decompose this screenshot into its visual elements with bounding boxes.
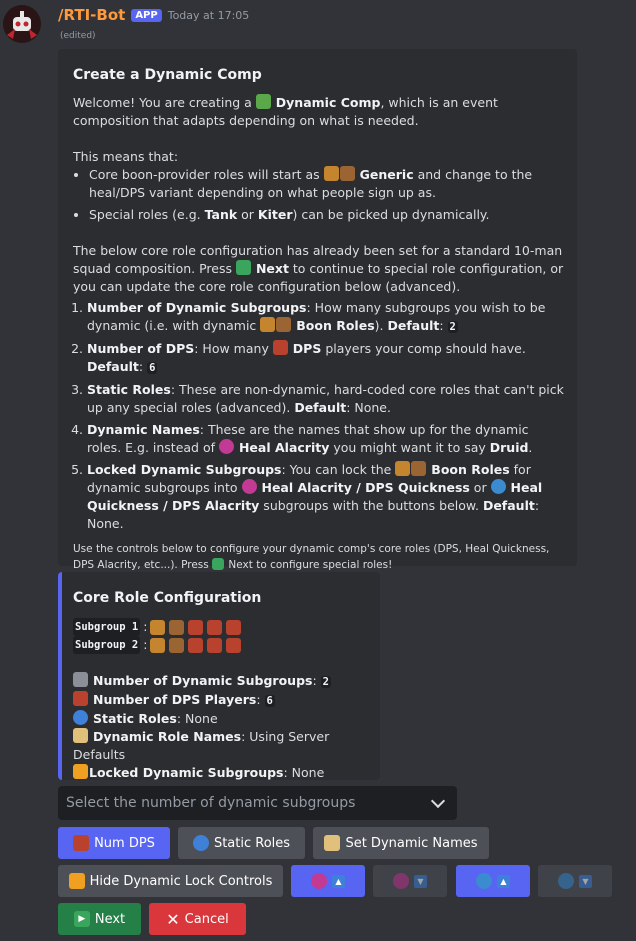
dps-icon xyxy=(73,835,90,851)
close-icon: ✕ xyxy=(166,909,180,929)
lock-icon xyxy=(73,764,88,779)
dynamic-subgroups-select[interactable]: Select the number of dynamic subgroups xyxy=(58,786,457,820)
puzzle-icon xyxy=(255,94,271,109)
boon-alacrity-icon xyxy=(339,166,355,181)
field-role-names: Dynamic Role Names: Using Server Default… xyxy=(73,728,330,762)
field-locked-subgroups: Locked Dynamic Subgroups: None xyxy=(73,764,368,782)
set-dynamic-names-button[interactable]: Set Dynamic Names xyxy=(313,827,489,859)
dps-icon xyxy=(73,691,88,706)
welcome-text: Welcome! You are creating a Dynamic Comp… xyxy=(73,94,498,128)
play-icon: ▶ xyxy=(73,911,90,927)
bot-name[interactable]: /RTI-Bot xyxy=(58,6,125,24)
heal-alacrity-icon xyxy=(218,439,234,454)
embed-title: Core Role Configuration xyxy=(73,590,262,606)
config-list: Number of Dynamic Subgroups: How many su… xyxy=(73,299,565,533)
heal-alacrity-icon xyxy=(393,873,409,889)
list-item: Number of DPS: How many DPS players your… xyxy=(87,340,565,377)
crossed-swords-icon xyxy=(73,672,88,687)
dps-icon xyxy=(207,637,223,653)
field-static-roles: Static Roles: None xyxy=(73,710,368,728)
check-icon xyxy=(212,558,225,570)
boon-quickness-icon xyxy=(150,637,166,653)
list-item: Special roles (e.g. Tank or Kiter) can b… xyxy=(89,206,565,224)
list-item: Core boon-provider roles will start as G… xyxy=(89,166,565,202)
lock-heal-alacrity-up-button[interactable]: ▲ xyxy=(291,865,365,897)
heal-alacrity-icon xyxy=(311,873,327,889)
lock-heal-quickness-up-button[interactable]: ▲ xyxy=(456,865,530,897)
means-text: This means that: xyxy=(73,149,179,164)
timestamp: Today at 17:05 xyxy=(167,8,250,22)
next-button[interactable]: ▶ Next xyxy=(58,903,141,935)
heal-alacrity-icon xyxy=(241,479,257,494)
user-icon xyxy=(73,710,88,725)
memo-icon xyxy=(324,835,341,851)
edited-label: (edited) xyxy=(60,31,96,41)
chevron-down-icon xyxy=(430,793,446,809)
static-roles-button[interactable]: Static Roles xyxy=(178,827,305,859)
select-placeholder: Select the number of dynamic subgroups xyxy=(66,795,356,811)
heal-quickness-icon xyxy=(558,873,574,889)
hide-lock-controls-button[interactable]: Hide Dynamic Lock Controls xyxy=(58,865,283,897)
list-item: Static Roles: These are non-dynamic, har… xyxy=(87,381,565,417)
message-header: /RTI-Bot APP Today at 17:05 xyxy=(58,6,249,24)
dps-icon xyxy=(207,619,223,635)
check-icon xyxy=(235,260,251,275)
boon-alacrity-icon xyxy=(411,461,427,476)
cancel-button[interactable]: ✕ Cancel xyxy=(149,903,246,935)
dps-icon xyxy=(188,637,204,653)
embed-description: Welcome! You are creating a Dynamic Comp… xyxy=(73,94,565,573)
boon-quickness-icon xyxy=(323,166,339,181)
dps-icon xyxy=(272,340,288,355)
field-dynamic-subgroups: Number of Dynamic Subgroups: 2 xyxy=(73,672,368,691)
means-list: Core boon-provider roles will start as G… xyxy=(73,166,565,224)
user-icon xyxy=(192,835,209,851)
boon-alacrity-icon xyxy=(169,637,185,653)
arrow-down-icon: ▼ xyxy=(414,874,427,888)
embed-footer: Use the controls below to configure your… xyxy=(73,543,550,571)
arrow-up-icon: ▲ xyxy=(332,874,345,888)
memo-icon xyxy=(73,728,88,743)
dps-icon xyxy=(226,637,242,653)
dps-icon xyxy=(188,619,204,635)
arrow-down-icon: ▼ xyxy=(579,874,592,888)
heal-quickness-icon xyxy=(476,873,492,889)
boon-quickness-icon xyxy=(260,317,276,332)
embed-fields: Subgroup 1: Subgroup 2: Number of Dynami… xyxy=(73,618,368,782)
bot-avatar[interactable] xyxy=(3,5,41,43)
num-dps-button[interactable]: Num DPS xyxy=(58,827,170,859)
config-text: The below core role configuration has al… xyxy=(73,243,564,294)
dps-icon xyxy=(226,619,242,635)
embed-title: Create a Dynamic Comp xyxy=(73,67,262,83)
list-item: Dynamic Names: These are the names that … xyxy=(87,421,565,457)
list-item: Locked Dynamic Subgroups: You can lock t… xyxy=(87,461,565,533)
list-item: Number of Dynamic Subgroups: How many su… xyxy=(87,299,565,336)
core-role-embed: Core Role Configuration Subgroup 1: Subg… xyxy=(58,572,380,780)
boon-alacrity-icon xyxy=(169,619,185,635)
subgroup-row: Subgroup 1: xyxy=(73,618,368,636)
field-dps-players: Number of DPS Players: 6 xyxy=(73,691,368,710)
dynamic-comp-embed: Create a Dynamic Comp Welcome! You are c… xyxy=(58,49,577,571)
subgroup-row: Subgroup 2: xyxy=(73,636,368,654)
boon-quickness-icon xyxy=(395,461,411,476)
arrow-up-icon: ▲ xyxy=(497,874,510,888)
boon-alacrity-icon xyxy=(276,317,292,332)
robot-icon xyxy=(3,5,41,43)
lock-heal-quickness-down-button[interactable]: ▼ xyxy=(538,865,612,897)
lock-icon xyxy=(68,873,85,889)
boon-quickness-icon xyxy=(150,619,166,635)
heal-quickness-icon xyxy=(490,479,506,494)
lock-heal-alacrity-down-button[interactable]: ▼ xyxy=(373,865,447,897)
app-badge: APP xyxy=(131,8,162,22)
